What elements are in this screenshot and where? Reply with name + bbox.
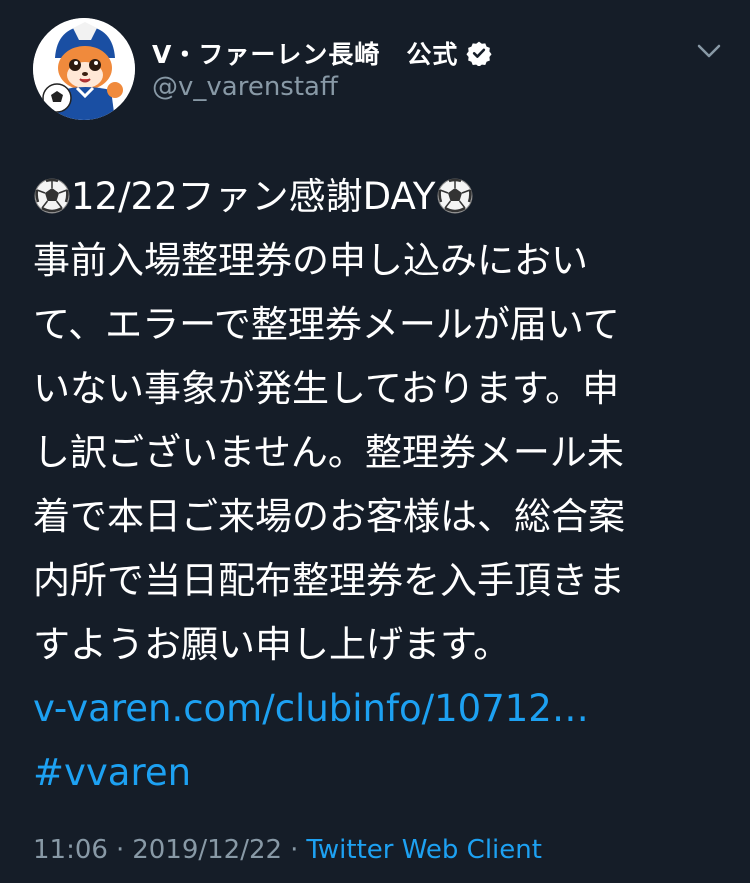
tweet: V・ファーレン長崎 公式 @v_varenstaff 12/22ファン感謝DAY… — [0, 0, 750, 883]
tweet-line: いない事象が発生しております。申 — [33, 367, 620, 410]
tweet-header: V・ファーレン長崎 公式 @v_varenstaff — [0, 0, 750, 140]
meta-separator: · — [290, 835, 299, 865]
tweet-date[interactable]: 2019/12/22 — [132, 835, 282, 865]
verified-badge-icon — [466, 40, 492, 67]
tweet-text: 12/22ファン感謝DAY 事前入場整理券の申し込みにおい て、エラーで整理券メ… — [33, 165, 723, 805]
tweet-time[interactable]: 11:06 — [33, 835, 108, 865]
source-client-link[interactable]: Twitter Web Client — [306, 835, 542, 865]
name-row[interactable]: V・ファーレン長崎 公式 — [152, 36, 492, 70]
mascot-avatar-image — [33, 18, 135, 120]
tweet-link[interactable]: v-varen.com/clubinfo/10712… — [33, 687, 589, 730]
tweet-line: 内所で当日配布整理券を入手頂きま — [33, 559, 625, 602]
meta-separator: · — [115, 835, 125, 865]
account-handle[interactable]: @v_varenstaff — [152, 72, 338, 102]
soccer-ball-emoji-icon — [436, 171, 474, 214]
soccer-ball-emoji-icon — [33, 171, 71, 214]
hashtag-link[interactable]: #vvaren — [33, 751, 191, 794]
display-name[interactable]: V・ファーレン長崎 公式 — [152, 35, 458, 71]
tweet-line: 着で本日ご来場のお客様は、総合案 — [33, 495, 625, 538]
tweet-title-line: 12/22ファン感謝DAY — [33, 165, 723, 229]
tweet-line: 事前入場整理券の申し込みにおい — [33, 239, 588, 282]
tweet-title: 12/22ファン感謝DAY — [71, 175, 436, 218]
tweet-meta: 11:06 · 2019/12/22 · Twitter Web Client — [33, 830, 542, 870]
chevron-down-icon[interactable] — [694, 36, 724, 66]
avatar[interactable] — [33, 18, 135, 120]
tweet-line: し訳ございません。整理券メール未 — [33, 431, 624, 474]
tweet-line: て、エラーで整理券メールが届いて — [33, 303, 620, 346]
tweet-line: すようお願い申し上げます。 — [33, 623, 511, 666]
